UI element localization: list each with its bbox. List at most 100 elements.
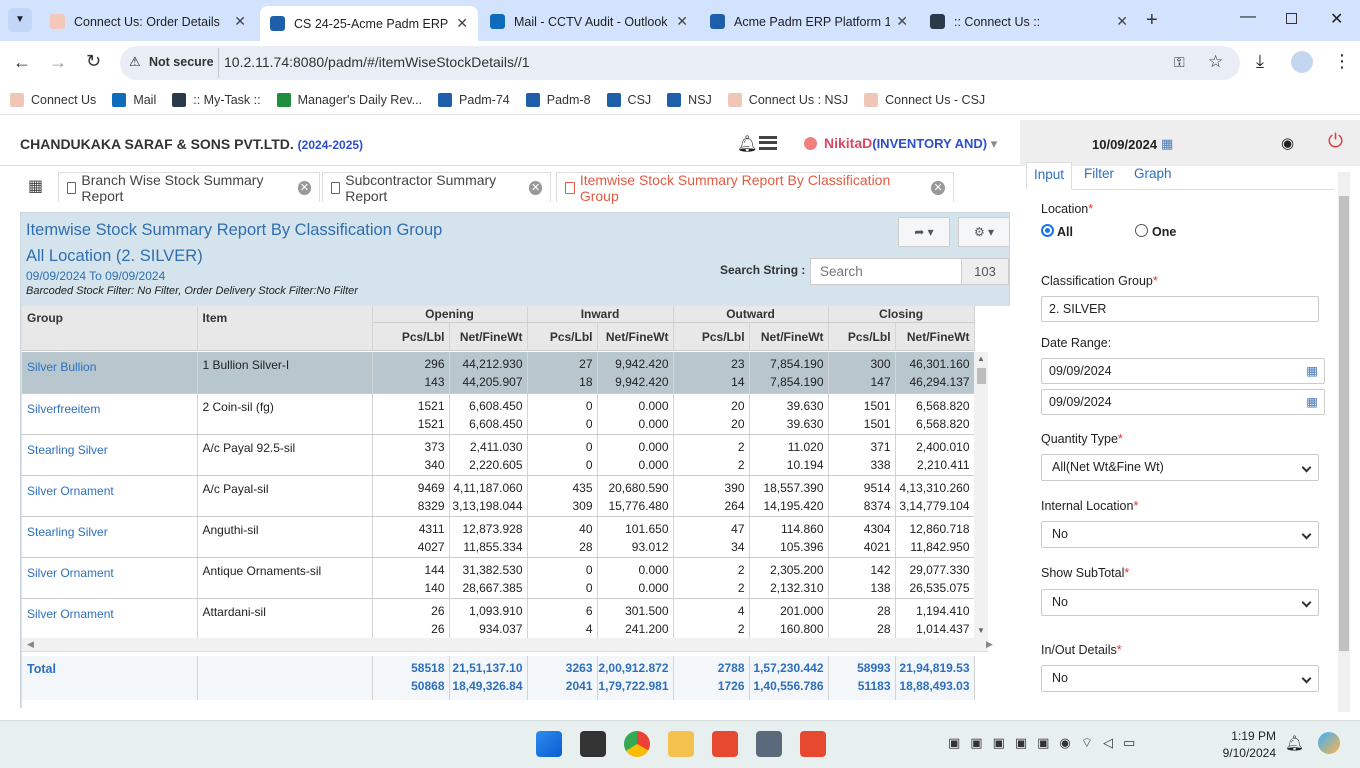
group-cell[interactable]: Stearling Silver xyxy=(22,434,198,476)
bookmark-item[interactable]: CSJ xyxy=(606,92,651,107)
tab-search-icon[interactable]: ▼ xyxy=(8,8,32,32)
inout-details-select[interactable]: No xyxy=(1041,665,1319,692)
tab-close-icon[interactable]: ✕ xyxy=(234,13,246,30)
password-key-icon[interactable]: ⚿ xyxy=(1174,54,1185,71)
bookmark-item[interactable]: :: My-Task :: xyxy=(172,92,261,107)
forward-icon[interactable]: → xyxy=(49,52,67,73)
printer-app-icon[interactable] xyxy=(756,731,782,757)
share-button[interactable]: ➦ ▾ xyxy=(898,217,950,247)
table-row[interactable]: Silver Bullion 1 Bullion Silver-I 296 143 44… xyxy=(22,352,974,394)
bookmark-item[interactable]: Connect Us xyxy=(10,92,96,107)
browser-tab-1[interactable]: Connect Us: Order Details ✕ xyxy=(40,6,256,37)
tab-close-icon[interactable]: ✕ xyxy=(676,13,688,30)
table-row[interactable]: Stearling Silver Anguthi-sil 4311 4027 12,87… xyxy=(22,516,974,558)
new-tab-icon[interactable]: + xyxy=(1146,9,1158,32)
start-icon[interactable] xyxy=(536,731,562,757)
table-row[interactable]: Silver Ornament A/c Payal-sil 9469 8329 4,11… xyxy=(22,475,974,517)
tab-input[interactable]: Input xyxy=(1026,162,1072,190)
profile-avatar-icon[interactable] xyxy=(1291,51,1313,73)
location-one-radio[interactable] xyxy=(1135,224,1148,237)
show-subtotal-select[interactable]: No xyxy=(1041,589,1319,616)
tab-graph[interactable]: Graph xyxy=(1134,166,1172,181)
column-header-netwt[interactable]: Net/FineWt xyxy=(749,322,829,351)
table-row[interactable]: Silver Ornament Attardani-sil 26 26 1,093.91… xyxy=(22,598,974,638)
close-window-icon[interactable]: ✕ xyxy=(1330,9,1343,29)
bookmark-item[interactable]: Connect Us : NSJ xyxy=(727,92,848,107)
menu-kebab-icon[interactable]: ⋮ xyxy=(1333,51,1351,72)
chrome-icon[interactable] xyxy=(624,731,650,757)
wps-icon[interactable] xyxy=(712,731,738,757)
system-tray-icons[interactable]: ▣▣▣▣▣◉⌔◁▭ xyxy=(948,735,1145,751)
url-input[interactable]: ⚠ Not secure 10.2.11.74:8080/padm/#/item… xyxy=(120,46,1240,80)
table-row[interactable]: Silverfreeitem 2 Coin-sil (fg) 1521 1521 6,6… xyxy=(22,393,974,435)
list-menu-icon[interactable] xyxy=(759,136,777,150)
grid-vertical-scrollbar[interactable]: ▲ ▼ xyxy=(974,352,988,638)
browser-tab-3[interactable]: Mail - CCTV Audit - Outlook ✕ xyxy=(480,6,698,37)
column-header-netwt[interactable]: Net/FineWt xyxy=(597,322,674,351)
download-icon[interactable]: ⤓ xyxy=(1256,51,1264,72)
user-menu[interactable]: NikitaD(INVENTORY AND) ▾ xyxy=(824,135,997,152)
tab-close-icon[interactable]: ✕ xyxy=(931,180,945,195)
date-to-input[interactable]: 09/09/2024 ▦ xyxy=(1041,389,1325,415)
tab-filter[interactable]: Filter xyxy=(1084,166,1114,181)
bookmark-item[interactable]: Connect Us - CSJ xyxy=(864,92,985,107)
search-input[interactable] xyxy=(810,258,962,285)
calendar-icon[interactable]: ▦ xyxy=(1306,363,1318,378)
restore-icon[interactable] xyxy=(1286,13,1297,24)
bookmark-item[interactable]: NSJ xyxy=(667,92,712,107)
group-cell[interactable]: Stearling Silver xyxy=(22,516,198,558)
bookmark-item[interactable]: Manager's Daily Rev... xyxy=(276,92,422,107)
copilot-icon[interactable] xyxy=(1318,732,1340,754)
power-icon[interactable]: ⏻ xyxy=(1328,131,1343,153)
date-from-input[interactable]: 09/09/2024 ▦ xyxy=(1041,358,1325,384)
grid-horizontal-scrollbar[interactable]: ◀ ▶ xyxy=(22,638,993,652)
panel-scrollbar[interactable] xyxy=(1338,172,1350,712)
eye-slash-icon[interactable]: ◉ xyxy=(1281,134,1294,152)
clock[interactable]: 1:19 PM 9/10/2024 xyxy=(1218,729,1276,760)
location-all-radio[interactable] xyxy=(1041,224,1054,237)
tab-branch-wise[interactable]: Branch Wise Stock Summary Report ✕ xyxy=(58,172,320,204)
security-label[interactable]: Not secure xyxy=(149,55,214,69)
settings-button[interactable]: ⚙ ▾ xyxy=(958,217,1010,247)
browser-tab-4[interactable]: Acme Padm ERP Platform 1. ✕ xyxy=(700,6,918,37)
calendar-icon[interactable]: ▦ xyxy=(1306,394,1318,409)
group-cell[interactable]: Silver Ornament xyxy=(22,557,198,599)
notes-app-icon[interactable] xyxy=(580,731,606,757)
tab-close-icon[interactable]: ✕ xyxy=(896,13,908,30)
column-header-pcs[interactable]: Pcs/Lbl xyxy=(673,322,750,351)
tab-close-icon[interactable]: ✕ xyxy=(456,15,468,32)
tab-subcontractor[interactable]: Subcontractor Summary Report ✕ xyxy=(322,172,551,204)
notification-bell-icon[interactable]: 🔔︎ xyxy=(1285,734,1304,752)
tab-close-icon[interactable]: ✕ xyxy=(298,180,311,195)
table-row[interactable]: Silver Ornament Antique Ornaments-sil 144 1… xyxy=(22,557,974,599)
column-header-pcs[interactable]: Pcs/Lbl xyxy=(372,322,450,351)
calendar-icon[interactable]: ▦ xyxy=(1161,136,1173,152)
browser-tab-2[interactable]: CS 24-25-Acme Padm ERP P ✕ xyxy=(260,6,478,41)
reload-icon[interactable]: ↻ xyxy=(86,51,101,72)
file-explorer-icon[interactable] xyxy=(668,731,694,757)
group-cell[interactable]: Silver Ornament xyxy=(22,475,198,517)
table-row[interactable]: Stearling Silver A/c Payal 92.5-sil 373 340… xyxy=(22,434,974,476)
tab-close-icon[interactable]: ✕ xyxy=(529,180,542,195)
back-icon[interactable]: ← xyxy=(13,52,31,73)
wps-office-icon[interactable] xyxy=(800,731,826,757)
current-date[interactable]: 10/09/2024 xyxy=(1092,137,1157,152)
group-cell[interactable]: Silver Ornament xyxy=(22,598,198,638)
bell-icon[interactable]: 🔔︎ xyxy=(737,134,757,154)
column-header-netwt[interactable]: Net/FineWt xyxy=(449,322,528,351)
bookmark-item[interactable]: Padm-8 xyxy=(525,92,591,107)
tab-close-icon[interactable]: ✕ xyxy=(1116,13,1128,30)
minimize-icon[interactable]: — xyxy=(1240,8,1256,26)
quantity-type-select[interactable]: All(Net Wt&Fine Wt) xyxy=(1041,454,1319,481)
group-cell[interactable]: Silverfreeitem xyxy=(22,393,198,435)
group-cell[interactable]: Silver Bullion xyxy=(22,352,198,394)
internal-location-select[interactable]: No xyxy=(1041,521,1319,548)
column-header-pcs[interactable]: Pcs/Lbl xyxy=(527,322,598,351)
bookmark-star-icon[interactable]: ☆ xyxy=(1208,52,1223,72)
column-header-netwt[interactable]: Net/FineWt xyxy=(895,322,975,351)
classification-input[interactable]: 2. SILVER xyxy=(1041,296,1319,322)
browser-tab-5[interactable]: :: Connect Us :: ✕ xyxy=(920,6,1138,37)
column-header-group[interactable]: Group xyxy=(22,306,198,351)
bookmark-item[interactable]: Padm-74 xyxy=(438,92,510,107)
grid-menu-icon[interactable]: ▦ xyxy=(28,176,43,196)
